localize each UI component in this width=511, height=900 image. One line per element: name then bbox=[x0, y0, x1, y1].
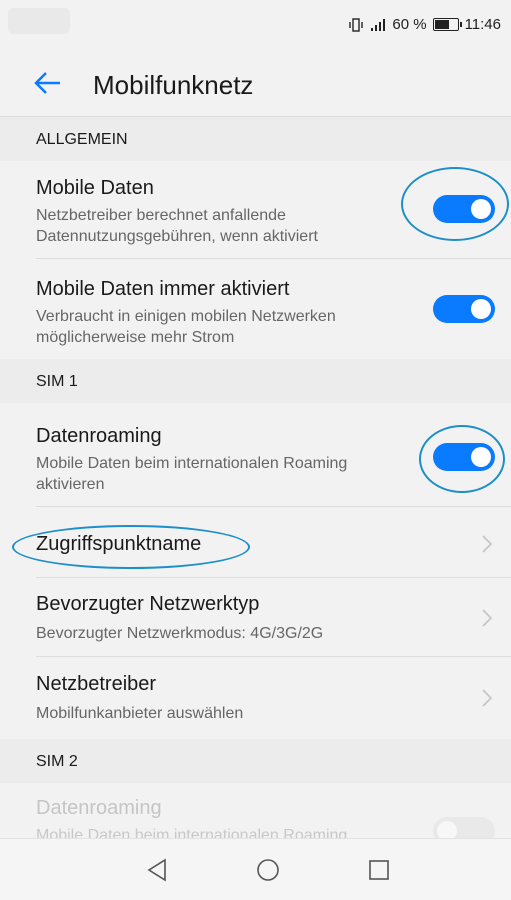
setting-subtitle: Bevorzugter Netzwerkmodus: 4G/3G/2G bbox=[36, 625, 324, 642]
data-roaming-sim1-toggle[interactable] bbox=[433, 443, 495, 471]
setting-subtitle: Verbraucht in einigen mobilen Netzwerken… bbox=[36, 308, 336, 346]
setting-operator[interactable]: Netzbetreiber Mobilfunkanbieter auswähle… bbox=[0, 658, 511, 738]
divider bbox=[36, 506, 511, 507]
setting-subtitle: Mobile Daten beim internationalen Roamin… bbox=[36, 455, 348, 493]
status-indicators: 60 % 11:46 bbox=[348, 16, 501, 33]
status-bar: 60 % 11:46 bbox=[0, 0, 511, 52]
section-label: ALLGEMEIN bbox=[36, 131, 128, 148]
page-title: Mobilfunknetz bbox=[93, 70, 254, 100]
setting-title: Mobile Daten bbox=[36, 177, 154, 199]
setting-title: Netzbetreiber bbox=[36, 673, 157, 695]
signal-icon bbox=[371, 18, 386, 31]
section-label: SIM 2 bbox=[36, 753, 78, 770]
battery-icon bbox=[432, 18, 462, 31]
app-header: Mobilfunknetz bbox=[0, 52, 511, 117]
section-header-sim2: SIM 2 bbox=[0, 739, 511, 783]
divider bbox=[36, 258, 511, 259]
divider bbox=[36, 656, 511, 657]
nav-home-icon[interactable] bbox=[253, 855, 283, 885]
chevron-right-icon bbox=[482, 609, 493, 627]
status-time: 11:46 bbox=[464, 16, 501, 33]
setting-data-roaming-sim2: Datenroaming Mobile Daten beim internati… bbox=[0, 783, 511, 838]
setting-data-roaming-sim1[interactable]: Datenroaming Mobile Daten beim internati… bbox=[0, 403, 511, 507]
setting-apn[interactable]: Zugriffspunktname bbox=[0, 508, 511, 578]
chevron-right-icon bbox=[482, 689, 493, 707]
back-arrow-icon[interactable] bbox=[30, 66, 64, 100]
setting-mobile-data[interactable]: Mobile Daten Netzbetreiber berechnet anf… bbox=[0, 161, 511, 259]
setting-subtitle: Mobile Daten beim internationalen Roamin… bbox=[36, 827, 348, 838]
divider bbox=[36, 577, 511, 578]
mobile-data-always-toggle[interactable] bbox=[433, 295, 495, 323]
nav-back-icon[interactable] bbox=[143, 855, 173, 885]
battery-percent: 60 % bbox=[392, 16, 427, 33]
setting-subtitle: Netzbetreiber berechnet anfallende Daten… bbox=[36, 207, 318, 245]
setting-preferred-network[interactable]: Bevorzugter Netzwerktyp Bevorzugter Netz… bbox=[0, 579, 511, 657]
setting-title: Mobile Daten immer aktiviert bbox=[36, 278, 290, 300]
navigation-bar bbox=[0, 838, 511, 900]
section-label: SIM 1 bbox=[36, 373, 78, 390]
setting-subtitle: Mobilfunkanbieter auswählen bbox=[36, 705, 244, 722]
nav-recents-icon[interactable] bbox=[364, 855, 394, 885]
section-header-sim1: SIM 1 bbox=[0, 359, 511, 403]
setting-title: Zugriffspunktname bbox=[36, 533, 202, 555]
chevron-right-icon bbox=[482, 535, 493, 553]
status-blur bbox=[8, 8, 70, 34]
setting-title: Datenroaming bbox=[36, 425, 162, 447]
vibrate-icon bbox=[349, 17, 364, 32]
setting-title: Datenroaming bbox=[36, 797, 162, 819]
data-roaming-sim2-toggle bbox=[433, 817, 495, 838]
setting-title: Bevorzugter Netzwerktyp bbox=[36, 593, 260, 615]
setting-mobile-data-always[interactable]: Mobile Daten immer aktiviert Verbraucht … bbox=[0, 260, 511, 358]
section-header-general: ALLGEMEIN bbox=[0, 117, 511, 161]
mobile-data-toggle[interactable] bbox=[433, 195, 495, 223]
